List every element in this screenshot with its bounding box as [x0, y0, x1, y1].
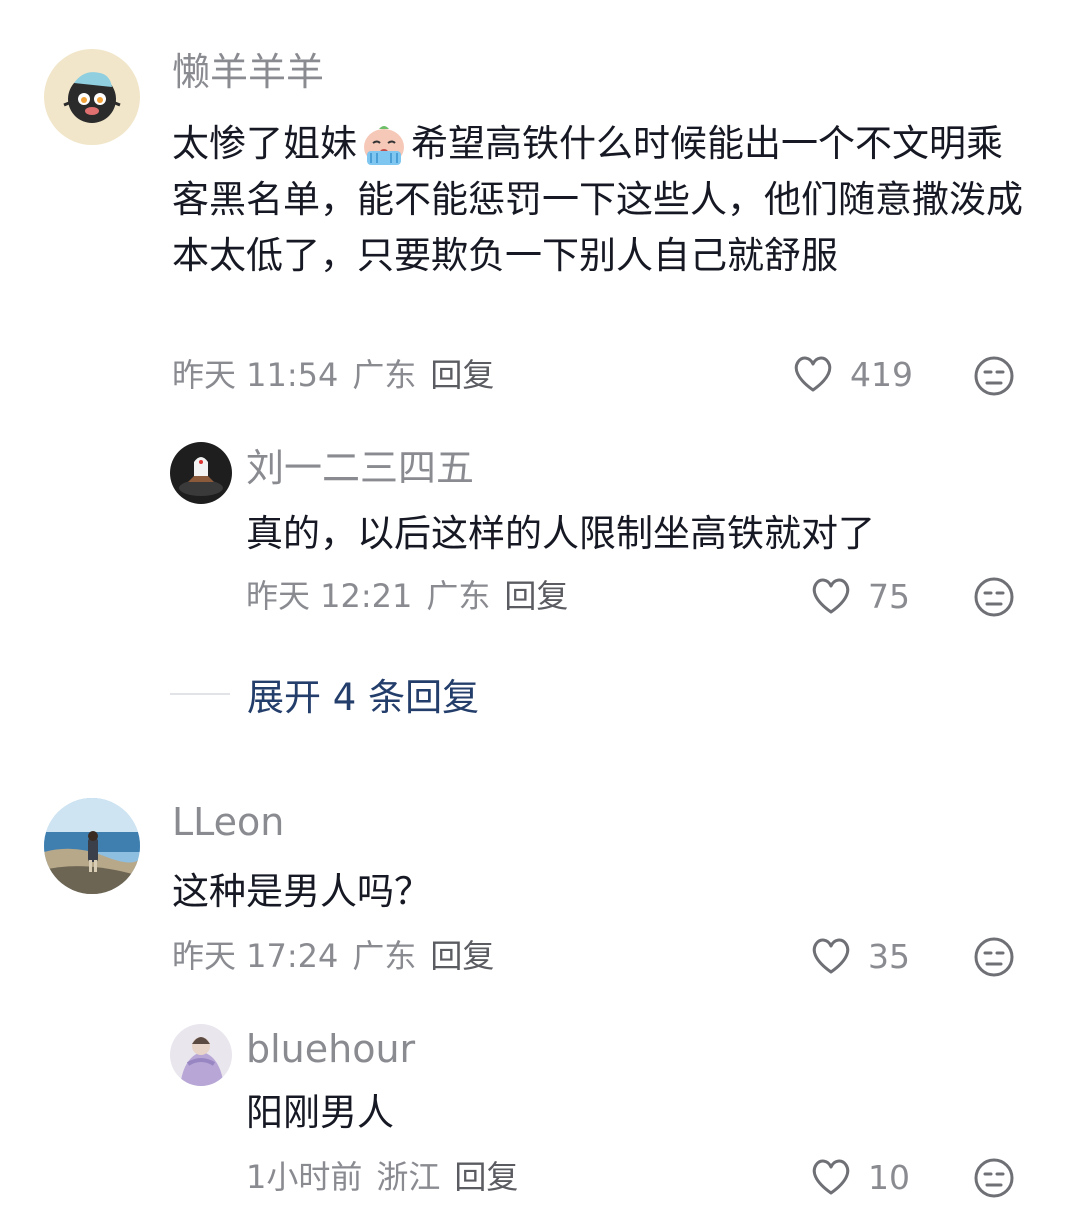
like-button[interactable]: 10 — [810, 1157, 910, 1197]
crying-face-emoji-icon — [359, 121, 409, 171]
like-button[interactable]: 35 — [810, 936, 910, 976]
dislike-button[interactable] — [973, 1157, 1015, 1199]
like-count: 75 — [868, 576, 910, 616]
reply-username[interactable]: bluehour — [246, 1027, 415, 1071]
reply-username[interactable]: 刘一二三四五 — [246, 446, 474, 490]
reply-location: 浙江 — [376, 1158, 441, 1196]
divider — [170, 693, 230, 695]
reply-time: 昨天 12:21 — [246, 577, 413, 615]
avatar[interactable] — [44, 49, 140, 145]
heart-icon — [812, 1159, 850, 1195]
dislike-button[interactable] — [973, 355, 1015, 397]
avatar[interactable] — [170, 442, 232, 504]
comment-text: 太惨了姐妹 希望高铁什么时候能出一个不文明乘客黑名单，能不能惩罚一下这些人，他们随… — [172, 116, 1034, 284]
heart-icon — [812, 578, 850, 614]
reply-button[interactable]: 回复 — [454, 1158, 518, 1196]
avatar[interactable] — [170, 1024, 232, 1086]
meh-face-icon — [974, 1158, 1014, 1198]
comment-meta: 昨天 17:24 广东 回复 — [172, 936, 508, 976]
like-button[interactable]: 419 — [792, 354, 913, 394]
expand-replies-button[interactable]: 展开 4 条回复 — [170, 667, 479, 721]
dislike-button[interactable] — [973, 576, 1015, 618]
comment-username[interactable]: 懒羊羊羊 — [172, 50, 324, 94]
comment-location: 广东 — [352, 937, 417, 975]
comment-location: 广东 — [352, 356, 417, 394]
meh-face-icon — [974, 937, 1014, 977]
comment-text: 这种是男人吗？ — [172, 870, 431, 913]
dislike-button[interactable] — [973, 936, 1015, 978]
reply-button[interactable]: 回复 — [430, 937, 494, 975]
comment-time: 昨天 11:54 — [172, 356, 339, 394]
comment-meta: 昨天 11:54 广东 回复 — [172, 355, 508, 395]
comment-username[interactable]: LLeon — [172, 800, 284, 844]
reply-button[interactable]: 回复 — [430, 356, 494, 394]
meh-face-icon — [974, 356, 1014, 396]
reply-meta: 1小时前 浙江 回复 — [246, 1157, 532, 1197]
expand-replies-label: 展开 4 条回复 — [247, 676, 480, 719]
heart-icon — [812, 938, 850, 974]
comment-text-part: 太惨了姐妹 — [172, 122, 357, 165]
like-button[interactable]: 75 — [810, 576, 910, 616]
reply-text: 真的，以后这样的人限制坐高铁就对了 — [246, 512, 875, 555]
reply-time: 1小时前 — [246, 1158, 363, 1196]
meh-face-icon — [974, 577, 1014, 617]
reply-location: 广东 — [426, 577, 491, 615]
heart-icon — [794, 356, 832, 392]
reply-button[interactable]: 回复 — [504, 577, 568, 615]
avatar[interactable] — [44, 798, 140, 894]
like-count: 35 — [868, 936, 910, 976]
comment-time: 昨天 17:24 — [172, 937, 339, 975]
reply-meta: 昨天 12:21 广东 回复 — [246, 576, 582, 616]
reply-text: 阳刚男人 — [246, 1091, 394, 1134]
like-count: 419 — [850, 354, 913, 394]
like-count: 10 — [868, 1157, 910, 1197]
